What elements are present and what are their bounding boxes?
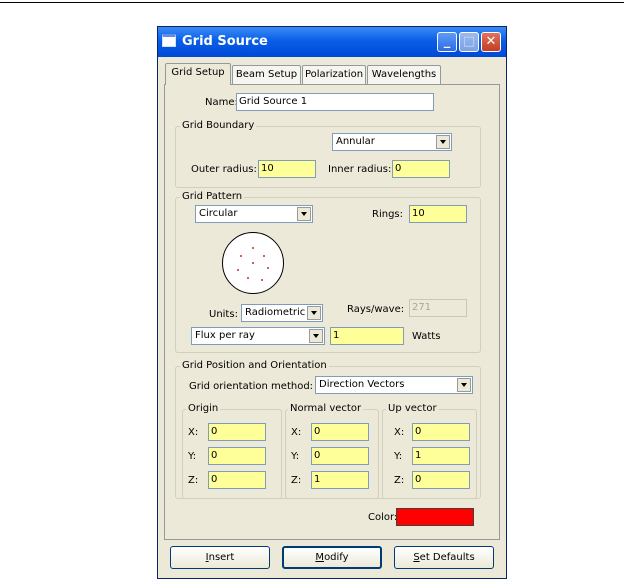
chevron-down-icon[interactable]: [307, 306, 321, 320]
normal-x-field[interactable]: 0: [311, 423, 369, 441]
inner-radius-label: Inner radius:: [328, 164, 392, 175]
rays-per-wave-field: 271: [409, 299, 467, 317]
chevron-down-icon[interactable]: [297, 207, 311, 221]
set-defaults-button[interactable]: Set Defaults: [394, 546, 494, 569]
name-label: Name:: [205, 97, 238, 108]
window-app-icon: [162, 34, 176, 47]
up-x-field[interactable]: 0: [412, 423, 470, 441]
color-label: Color:: [368, 512, 398, 523]
flux-type-select[interactable]: Flux per ray: [191, 327, 325, 345]
close-button[interactable]: ✕: [481, 32, 501, 52]
grid-pattern-preview: [222, 232, 284, 294]
normal-x-label: X:: [291, 427, 302, 438]
units-value: Radiometric: [245, 307, 306, 318]
maximize-button[interactable]: □: [459, 32, 479, 52]
grid-position-title: Grid Position and Orientation: [180, 360, 329, 371]
pattern-type-select[interactable]: Circular: [195, 205, 313, 223]
tab-beam-setup[interactable]: Beam Setup: [232, 65, 301, 84]
orientation-method-value: Direction Vectors: [319, 379, 405, 390]
modify-button[interactable]: Modify: [282, 546, 382, 569]
rings-label: Rings:: [372, 209, 403, 220]
chevron-down-icon[interactable]: [309, 329, 323, 343]
up-y-label: Y:: [394, 451, 403, 462]
rings-field[interactable]: 10: [409, 205, 467, 223]
normal-vector-title: Normal vector: [288, 403, 364, 414]
inner-radius-field[interactable]: 0: [392, 160, 450, 178]
normal-z-label: Z:: [291, 475, 302, 486]
normal-y-field[interactable]: 0: [311, 447, 369, 465]
chevron-down-icon[interactable]: [436, 135, 450, 149]
origin-y-label: Y:: [188, 451, 197, 462]
window-title: Grid Source: [182, 34, 268, 49]
origin-x-field[interactable]: 0: [208, 423, 266, 441]
flux-unit-label: Watts: [412, 331, 441, 342]
tab-polarization[interactable]: Polarization: [302, 65, 366, 84]
boundary-type-select[interactable]: Annular: [332, 133, 452, 151]
normal-z-field[interactable]: 1: [311, 471, 369, 489]
grid-boundary-title: Grid Boundary: [180, 120, 257, 131]
chevron-down-icon[interactable]: [457, 378, 471, 392]
up-z-field[interactable]: 0: [412, 471, 470, 489]
units-label: Units:: [209, 309, 238, 320]
boundary-type-value: Annular: [336, 136, 375, 147]
minimize-button[interactable]: _: [437, 32, 457, 52]
name-field[interactable]: Grid Source 1: [236, 93, 434, 111]
up-vector-title: Up vector: [386, 403, 439, 414]
title-bar[interactable]: Grid Source _ □ ✕: [158, 27, 506, 57]
outer-radius-field[interactable]: 10: [258, 160, 316, 178]
pattern-type-value: Circular: [199, 208, 238, 219]
tab-grid-setup[interactable]: Grid Setup: [165, 63, 231, 85]
orientation-method-label: Grid orientation method:: [189, 381, 314, 392]
up-z-label: Z:: [394, 475, 405, 486]
insert-button[interactable]: Insert: [170, 546, 270, 569]
orientation-method-select[interactable]: Direction Vectors: [315, 376, 473, 394]
origin-x-label: X:: [188, 427, 199, 438]
top-separator-line: [0, 2, 624, 3]
rays-per-wave-label: Rays/wave:: [347, 304, 405, 315]
flux-type-value: Flux per ray: [195, 330, 255, 341]
origin-z-field[interactable]: 0: [208, 471, 266, 489]
color-swatch[interactable]: [396, 508, 474, 526]
normal-y-label: Y:: [291, 451, 300, 462]
grid-pattern-title: Grid Pattern: [180, 191, 245, 202]
outer-radius-label: Outer radius:: [191, 164, 257, 175]
origin-title: Origin: [186, 403, 221, 414]
flux-value-field[interactable]: 1: [330, 327, 404, 345]
up-y-field[interactable]: 1: [412, 447, 470, 465]
tab-wavelengths[interactable]: Wavelengths: [367, 65, 441, 84]
origin-y-field[interactable]: 0: [208, 447, 266, 465]
units-select[interactable]: Radiometric: [241, 304, 323, 322]
origin-z-label: Z:: [188, 475, 199, 486]
up-x-label: X:: [394, 427, 405, 438]
grid-source-dialog: Grid Source _ □ ✕ Grid Setup Beam Setup …: [157, 26, 507, 579]
